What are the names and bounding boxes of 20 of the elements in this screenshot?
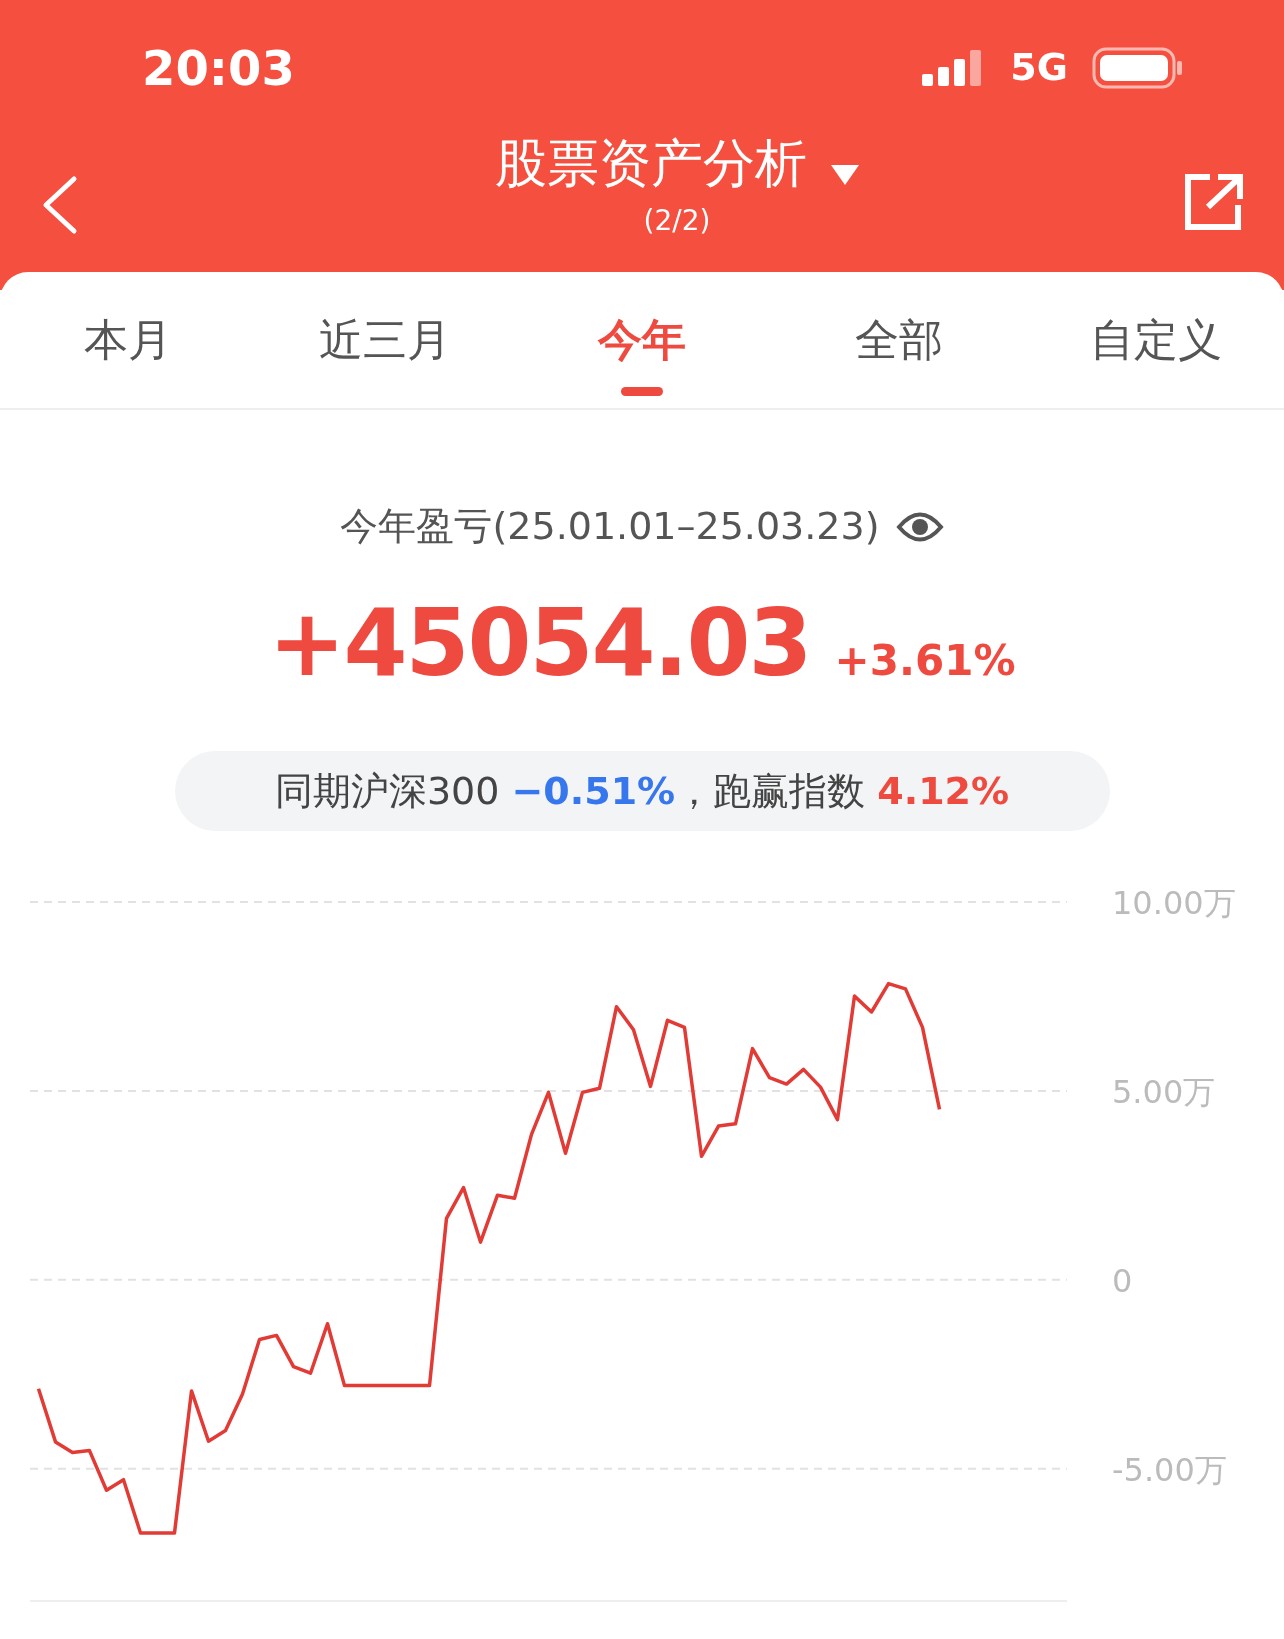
- axis-label: 0: [1112, 1261, 1133, 1300]
- network-label: 5G: [1010, 44, 1068, 91]
- period-title: 今年盈亏(25.01.01–25.03.23): [340, 503, 880, 550]
- period-tab[interactable]: 全部: [770, 272, 1028, 408]
- period-tab[interactable]: 今年: [513, 272, 771, 408]
- period-tab[interactable]: 自定义: [1027, 272, 1284, 408]
- axis-label: 5.00万: [1112, 1072, 1216, 1111]
- axis-label: 10.00万: [1112, 884, 1236, 922]
- axis-label: -5.00万: [1112, 1450, 1227, 1489]
- period-tab[interactable]: 本月: [0, 272, 257, 408]
- profit-amount: +45054.03: [268, 589, 811, 699]
- battery-icon: [1092, 46, 1184, 89]
- period-tab[interactable]: 近三月: [256, 272, 514, 408]
- share-icon[interactable]: [1184, 173, 1244, 231]
- benchmark-comparison: 同期沪深300 −0.51%，跑赢指数 4.12%: [174, 751, 1110, 831]
- page-title: 股票资产分析: [495, 135, 807, 193]
- profit-percent: +3.61%: [834, 635, 1016, 687]
- caret-icon[interactable]: [831, 162, 859, 185]
- page-counter: (2/2): [643, 203, 711, 240]
- status-time: 20:03: [142, 38, 295, 98]
